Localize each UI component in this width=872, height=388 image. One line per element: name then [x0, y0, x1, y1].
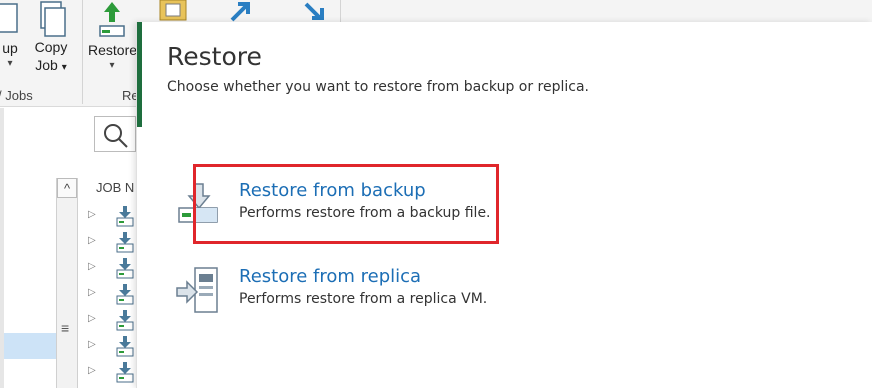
search-input[interactable] [94, 116, 136, 152]
tree-row[interactable]: ▷ [86, 308, 136, 334]
ribbon-separator [82, 0, 83, 104]
job-icon [116, 310, 134, 331]
expand-icon[interactable]: ▷ [88, 287, 96, 298]
copy-job-label-2: Job [35, 57, 58, 73]
ribbon-separator [340, 0, 341, 22]
restore-from-replica-link[interactable]: Restore from replica [239, 266, 421, 287]
restore-from-replica-option[interactable]: Restore from replica Performs restore fr… [173, 266, 593, 326]
expand-icon[interactable]: ▷ [88, 339, 96, 350]
tree-row[interactable]: ▷ [86, 334, 136, 360]
expand-icon[interactable]: ▷ [88, 365, 96, 376]
restore-arrow-icon [99, 2, 125, 37]
dialog-title: Restore [167, 42, 262, 71]
selected-nav-item[interactable] [4, 333, 56, 359]
backup-job-icon [0, 3, 18, 33]
scroll-up-button[interactable]: ^ [57, 178, 77, 198]
tree-row[interactable]: ▷ [86, 230, 136, 256]
restore-ribbon-label: Restore [88, 42, 138, 58]
copy-job-label: Copy [34, 39, 68, 55]
failback-arrow-icon [304, 2, 324, 20]
tree-row[interactable]: ▷ [86, 360, 136, 386]
expand-icon[interactable]: ▷ [88, 235, 96, 246]
copy-job-icon [40, 1, 66, 37]
job-icon [116, 284, 134, 305]
backup-job-label: up [2, 40, 18, 56]
expand-icon[interactable]: ▷ [88, 209, 96, 220]
search-icon [104, 124, 128, 148]
chevron-down-icon: ▾ [61, 62, 67, 73]
restore-backup-icon [178, 183, 218, 223]
restore-ribbon-button[interactable]: Restore ▾ [88, 0, 138, 72]
chevron-down-icon: ▾ [7, 58, 13, 69]
failover-arrow-icon [230, 2, 250, 22]
dialog-subtitle: Choose whether you want to restore from … [167, 79, 590, 95]
job-icon [116, 258, 134, 279]
restore-from-backup-link[interactable]: Restore from backup [239, 180, 426, 201]
tree-row[interactable]: ▷ [86, 282, 136, 308]
job-icon [116, 232, 134, 253]
tree-scrollbar[interactable]: ^ ≡ [56, 178, 78, 388]
job-name-column-header[interactable]: JOB N [96, 180, 134, 195]
expand-icon[interactable]: ▷ [88, 261, 96, 272]
restore-from-backup-option[interactable]: Restore from backup Performs restore fro… [173, 180, 593, 240]
restore-from-replica-description: Performs restore from a replica VM. [239, 291, 488, 307]
restore-from-backup-description: Performs restore from a backup file. [239, 205, 491, 221]
copy-job-button[interactable]: Copy Job ▾ [28, 0, 74, 77]
backup-job-button[interactable]: up ▾ [0, 0, 24, 70]
group-label-jobs: / Jobs [0, 88, 33, 103]
import-icon [159, 0, 187, 21]
restore-dialog: Restore Choose whether you want to resto… [136, 22, 872, 388]
job-icon [116, 206, 134, 227]
job-icon [116, 336, 134, 357]
scroll-grip-icon[interactable]: ≡ [61, 320, 69, 336]
dialog-accent-bar [137, 22, 142, 127]
chevron-down-icon: ▾ [109, 60, 115, 71]
tree-row[interactable]: ▷ [86, 256, 136, 282]
tree-row[interactable]: ▷ [86, 204, 136, 230]
expand-icon[interactable]: ▷ [88, 313, 96, 324]
job-icon [116, 362, 134, 383]
restore-replica-icon [176, 267, 218, 313]
